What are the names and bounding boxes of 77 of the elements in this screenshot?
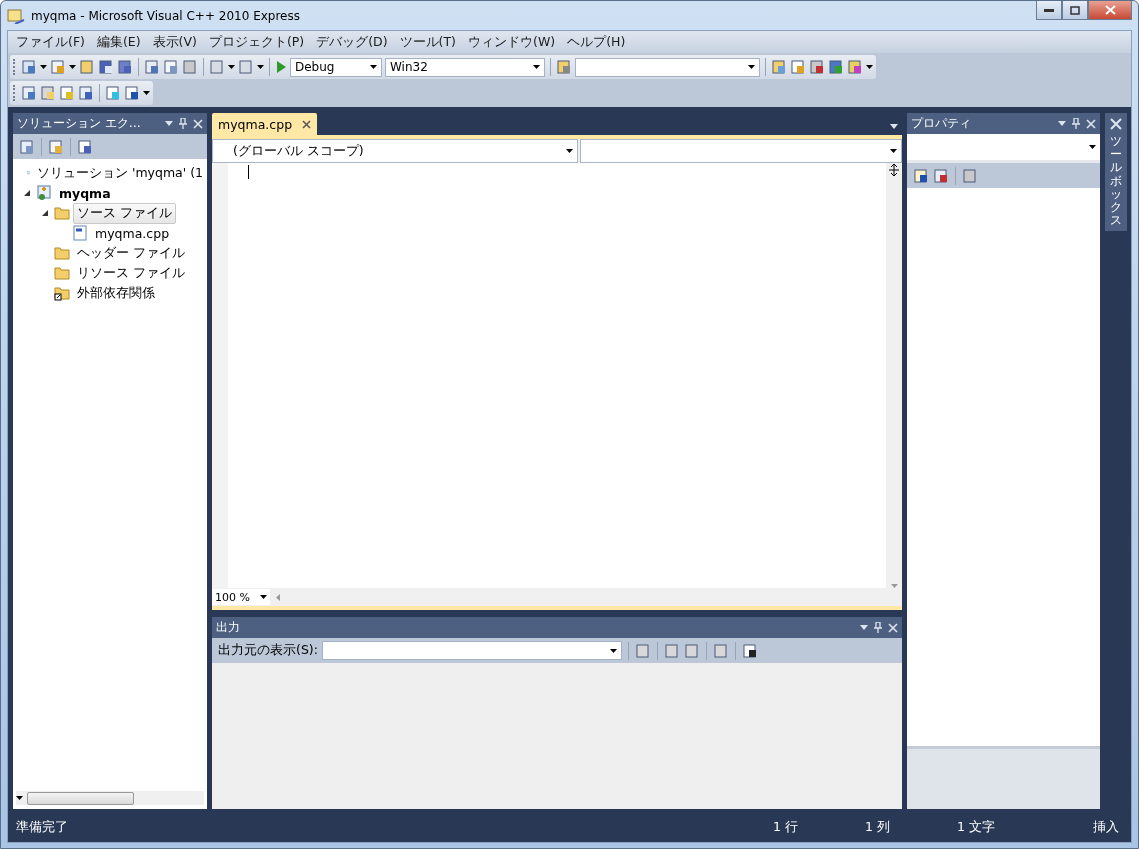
maximize-button[interactable] xyxy=(1062,1,1088,20)
dropdown-arrow-icon xyxy=(890,149,897,153)
platform-dropdown[interactable]: Win32 xyxy=(385,57,545,77)
menu-item[interactable]: ファイル(F) xyxy=(10,33,91,51)
menu-item[interactable]: 編集(E) xyxy=(90,33,147,51)
configuration-dropdown[interactable]: Debug xyxy=(290,57,382,77)
left-arrow-icon xyxy=(16,796,23,800)
overflow-arrow-icon xyxy=(866,65,873,69)
expanded-triangle-icon[interactable] xyxy=(24,190,30,196)
pin-icon[interactable] xyxy=(1072,118,1080,129)
dropdown-arrow-icon xyxy=(748,65,755,69)
find-dropdown[interactable] xyxy=(575,57,760,77)
dropdown-arrow-icon xyxy=(257,65,264,69)
status-text: 挿入 xyxy=(1093,818,1120,836)
down-arrow-icon xyxy=(890,584,898,588)
menu-item[interactable]: ウィンドウ(W) xyxy=(462,33,562,51)
dropdown-arrow-icon xyxy=(533,65,540,69)
status-text: 1 行 xyxy=(773,818,799,836)
dropdown-arrow-icon[interactable] xyxy=(165,121,173,126)
dropdown-arrow-icon[interactable] xyxy=(1058,121,1066,126)
dropdown-arrow-icon xyxy=(260,595,267,599)
dropdown-arrow-icon xyxy=(370,65,377,69)
overflow-arrow-icon xyxy=(143,91,150,95)
pin-icon[interactable] xyxy=(874,622,882,633)
left-arrow-icon xyxy=(276,593,280,601)
play-icon[interactable] xyxy=(275,60,287,74)
tree-item[interactable]: myqma.cpp xyxy=(91,223,174,243)
tree-item[interactable]: ソース ファイル xyxy=(73,202,176,224)
dropdown-arrow-icon[interactable] xyxy=(890,124,898,129)
output-source-dropdown[interactable] xyxy=(321,641,622,660)
menu-item[interactable]: 表示(V) xyxy=(146,33,203,51)
panel-title: ソリューション エク… xyxy=(17,115,142,132)
dropdown-arrow-icon[interactable] xyxy=(860,625,868,630)
panel-title: 出力 xyxy=(216,619,241,636)
output-source-label: 出力元の表示(S): xyxy=(218,642,318,659)
close-button[interactable] xyxy=(1088,1,1132,20)
toolbox-tab[interactable]: ツールボックス xyxy=(1105,113,1127,232)
status-text: 準備完了 xyxy=(16,818,69,836)
dropdown-arrow-icon xyxy=(228,65,235,69)
dropdown-arrow-icon xyxy=(566,149,573,153)
tree-item[interactable]: ソリューション 'myqma' (1 xyxy=(33,162,207,184)
close-icon[interactable] xyxy=(302,119,312,129)
tree-item[interactable]: myqma xyxy=(55,183,115,203)
maximize-icon xyxy=(1070,5,1080,15)
scope-dropdown[interactable]: (グローバル スコープ) xyxy=(212,139,578,163)
horizontal-scrollbar[interactable] xyxy=(16,791,204,805)
folder-shortcut-icon xyxy=(54,285,70,301)
dropdown-arrow-icon xyxy=(609,648,617,653)
close-icon xyxy=(1104,5,1116,15)
tree-item[interactable]: ヘッダー ファイル xyxy=(73,242,189,264)
minimize-button[interactable] xyxy=(1036,1,1062,20)
folder-icon xyxy=(54,206,70,220)
dropdown-arrow-icon xyxy=(69,65,76,69)
split-icon[interactable] xyxy=(887,163,901,177)
expanded-triangle-icon[interactable] xyxy=(42,210,48,216)
menu-item[interactable]: プロジェクト(P) xyxy=(202,33,311,51)
folder-icon xyxy=(54,246,70,260)
tree-item[interactable]: リソース ファイル xyxy=(73,262,189,284)
dropdown-arrow-icon xyxy=(40,65,47,69)
zoom-dropdown[interactable]: 100 % xyxy=(212,589,270,605)
project-icon xyxy=(36,185,52,201)
panel-title: プロパティ xyxy=(911,115,972,132)
minimize-icon xyxy=(1044,8,1054,12)
tree-item[interactable]: 外部依存関係 xyxy=(73,282,159,304)
cpp-file-icon xyxy=(72,225,88,241)
editor-tab[interactable]: myqma.cpp xyxy=(212,113,318,135)
dropdown-arrow-icon xyxy=(1089,145,1096,149)
app-icon xyxy=(7,7,25,24)
menu-item[interactable]: ツール(T) xyxy=(393,33,462,51)
folder-icon xyxy=(54,266,70,280)
pin-icon[interactable] xyxy=(179,118,187,129)
status-text: 1 列 xyxy=(865,818,891,836)
menu-item[interactable]: ヘルプ(H) xyxy=(561,33,632,51)
status-text: 1 文字 xyxy=(957,818,996,836)
menu-item[interactable]: デバッグ(D) xyxy=(310,33,394,51)
vertical-scrollbar[interactable] xyxy=(886,163,902,588)
window-title: myqma - Microsoft Visual C++ 2010 Express xyxy=(31,8,301,23)
